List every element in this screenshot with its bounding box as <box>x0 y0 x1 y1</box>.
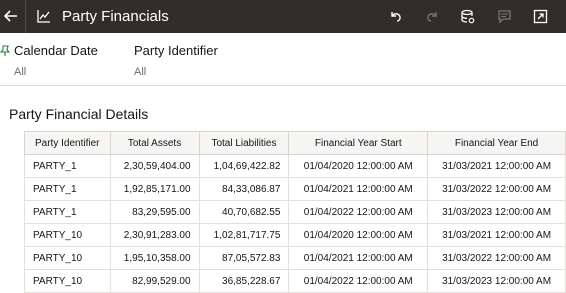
cell-party-identifier: PARTY_1 <box>24 177 111 201</box>
cell-total-assets: 2,30,59,404.00 <box>109 154 200 178</box>
cell-financial-year-end: 31/03/2022 12:00:00 AM <box>427 177 566 201</box>
filter-value-calendar-date[interactable]: All <box>14 65 26 79</box>
column-header-financial-year-start[interactable]: Financial Year Start <box>288 131 429 155</box>
cell-total-assets: 1,92,85,171.00 <box>109 177 200 201</box>
comment-icon[interactable] <box>497 9 512 24</box>
financial-details-table: Party Identifier Total Assets Total Liab… <box>24 131 566 293</box>
cell-party-identifier: PARTY_10 <box>24 269 111 293</box>
cell-total-assets: 83,29,595.00 <box>109 200 200 224</box>
cell-financial-year-start: 01/04/2022 12:00:00 AM <box>288 200 429 224</box>
cell-financial-year-end: 31/03/2023 12:00:00 AM <box>427 200 566 224</box>
cell-total-liabilities: 40,70,682.55 <box>198 200 290 224</box>
cell-financial-year-end: 31/03/2021 12:00:00 AM <box>427 223 566 247</box>
cell-total-liabilities: 1,04,69,422.82 <box>198 154 290 178</box>
table-row[interactable]: PARTY_1 1,92,85,171.00 84,33,086.87 01/0… <box>24 177 566 201</box>
cell-financial-year-start: 01/04/2021 12:00:00 AM <box>288 246 429 270</box>
database-icon[interactable] <box>460 9 475 24</box>
cell-party-identifier: PARTY_1 <box>24 200 111 224</box>
table-row[interactable]: PARTY_1 83,29,595.00 40,70,682.55 01/04/… <box>24 200 566 224</box>
undo-icon[interactable] <box>388 9 403 24</box>
cell-total-assets: 1,95,10,358.00 <box>109 246 200 270</box>
column-header-total-liabilities[interactable]: Total Liabilities <box>198 131 290 155</box>
table-header-row: Party Identifier Total Assets Total Liab… <box>24 131 566 155</box>
table-row[interactable]: PARTY_10 1,95,10,358.00 87,05,572.83 01/… <box>24 246 566 270</box>
column-header-total-assets[interactable]: Total Assets <box>109 131 200 155</box>
filter-value-party-identifier[interactable]: All <box>134 65 146 79</box>
column-header-party-identifier[interactable]: Party Identifier <box>24 131 111 155</box>
cell-party-identifier: PARTY_10 <box>24 223 111 247</box>
cell-financial-year-start: 01/04/2021 12:00:00 AM <box>288 177 429 201</box>
cell-total-liabilities: 87,05,572.83 <box>198 246 290 270</box>
cell-total-liabilities: 36,85,228.67 <box>198 269 290 293</box>
section-title: Party Financial Details <box>9 106 149 122</box>
cell-total-assets: 2,30,91,283.00 <box>109 223 200 247</box>
app-header: Party Financials <box>0 0 566 33</box>
table-row[interactable]: PARTY_10 2,30,91,283.00 1,02,81,717.75 0… <box>24 223 566 247</box>
column-header-financial-year-end[interactable]: Financial Year End <box>427 131 566 155</box>
table-row[interactable]: PARTY_10 82,99,529.00 36,85,228.67 01/04… <box>24 269 566 293</box>
cell-financial-year-start: 01/04/2022 12:00:00 AM <box>288 269 429 293</box>
header-divider <box>25 0 26 33</box>
back-arrow-icon[interactable] <box>0 4 22 28</box>
pin-icon[interactable] <box>0 44 11 56</box>
cell-financial-year-end: 31/03/2021 12:00:00 AM <box>427 154 566 178</box>
cell-party-identifier: PARTY_1 <box>24 154 111 178</box>
expand-icon[interactable] <box>533 9 548 24</box>
cell-financial-year-end: 31/03/2023 12:00:00 AM <box>427 269 566 293</box>
cell-total-liabilities: 84,33,086.87 <box>198 177 290 201</box>
cell-total-assets: 82,99,529.00 <box>109 269 200 293</box>
chart-icon <box>37 9 51 23</box>
cell-financial-year-start: 01/04/2020 12:00:00 AM <box>288 154 429 178</box>
table-row[interactable]: PARTY_1 2,30,59,404.00 1,04,69,422.82 01… <box>24 154 566 178</box>
redo-icon[interactable] <box>425 9 440 24</box>
filter-label-calendar-date[interactable]: Calendar Date <box>14 43 98 59</box>
cell-financial-year-start: 01/04/2020 12:00:00 AM <box>288 223 429 247</box>
page-title: Party Financials <box>62 8 169 25</box>
cell-financial-year-end: 31/03/2022 12:00:00 AM <box>427 246 566 270</box>
filter-bar: Calendar Date All Party Identifier All <box>0 33 566 86</box>
filter-label-party-identifier[interactable]: Party Identifier <box>134 43 218 59</box>
cell-total-liabilities: 1,02,81,717.75 <box>198 223 290 247</box>
cell-party-identifier: PARTY_10 <box>24 246 111 270</box>
